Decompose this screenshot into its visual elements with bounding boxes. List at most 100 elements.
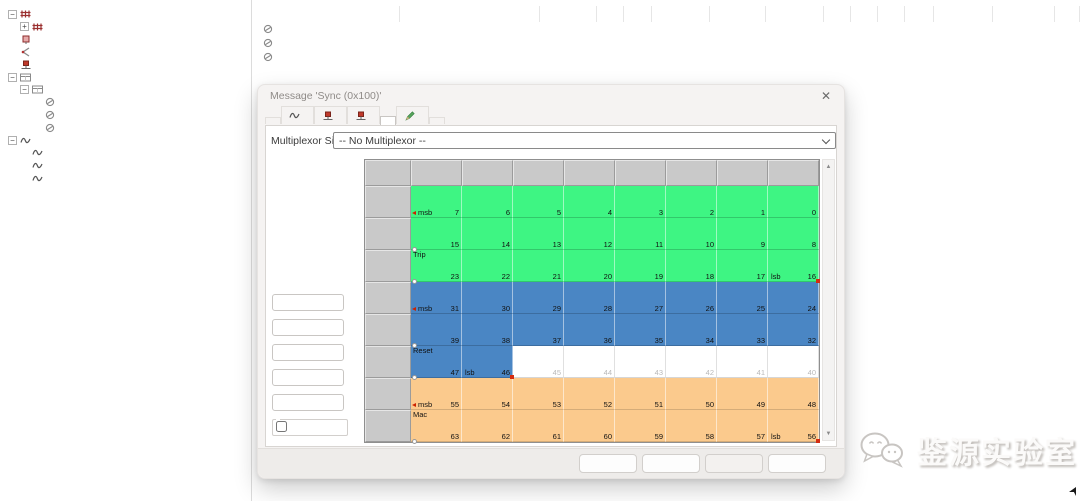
bit-cell-20[interactable]: 20: [564, 250, 615, 282]
column-header-multiplexi[interactable]: [540, 6, 597, 22]
table-row[interactable]: [253, 50, 1080, 64]
lsb-marker-icon[interactable]: [510, 375, 514, 379]
close-icon[interactable]: ✕: [821, 89, 831, 103]
bit-cell-19[interactable]: 19: [615, 250, 666, 282]
bit-layout-grid[interactable]: msb7654321015141312111098Trip23222120191…: [364, 159, 820, 443]
bit-cell-62[interactable]: 62: [462, 410, 513, 442]
bit-cell-3[interactable]: 3: [615, 186, 666, 218]
tree-item-reset[interactable]: [6, 96, 248, 109]
add-button[interactable]: [272, 369, 344, 386]
to-front-button[interactable]: [272, 319, 344, 336]
bit-cell-53[interactable]: 53: [513, 378, 564, 410]
column-header-ma[interactable]: [905, 6, 934, 22]
bit-cell-16[interactable]: lsb16: [768, 250, 819, 282]
scroll-up-icon[interactable]: ▲: [823, 161, 834, 172]
bit-cell-46[interactable]: lsb46: [462, 346, 513, 378]
bit-cell-33[interactable]: 33: [717, 314, 768, 346]
drag-handle-icon[interactable]: [412, 279, 417, 284]
bit-cell-26[interactable]: 26: [666, 282, 717, 314]
to-back-button[interactable]: [272, 344, 344, 361]
bit-cell-52[interactable]: 52: [564, 378, 615, 410]
bit-cell-10[interactable]: 10: [666, 218, 717, 250]
bit-cell-36[interactable]: 36: [564, 314, 615, 346]
bit-cell-44[interactable]: 44: [564, 346, 615, 378]
column-header-len[interactable]: [624, 6, 652, 22]
bit-cell-11[interactable]: 11: [615, 218, 666, 250]
tree-item-testcan[interactable]: +: [6, 21, 248, 34]
bit-cell-56[interactable]: lsb56: [768, 410, 819, 442]
bit-cell-45[interactable]: 45: [513, 346, 564, 378]
tree-item-networks[interactable]: −: [6, 8, 248, 21]
drag-handle-icon[interactable]: [412, 247, 417, 252]
tree-item-signals[interactable]: −: [6, 134, 248, 147]
scroll-down-icon[interactable]: ▼: [823, 428, 834, 439]
bit-cell-59[interactable]: 59: [615, 410, 666, 442]
bit-cell-28[interactable]: 28: [564, 282, 615, 314]
tab-transmitters[interactable]: [314, 106, 347, 124]
column-header-fac[interactable]: [824, 6, 851, 22]
tab-definition[interactable]: [265, 117, 281, 124]
column-header-name[interactable]: [253, 6, 400, 22]
bit-cell-30[interactable]: 30: [462, 282, 513, 314]
bit-cell-25[interactable]: 25: [717, 282, 768, 314]
bit-cell-15[interactable]: 15: [411, 218, 462, 250]
drag-handle-icon[interactable]: [412, 439, 417, 444]
bit-cell-58[interactable]: 58: [666, 410, 717, 442]
bit-cell-61[interactable]: 61: [513, 410, 564, 442]
bit-cell-40[interactable]: 40: [768, 346, 819, 378]
multiplexor-select[interactable]: -- No Multiplexor --: [333, 132, 836, 149]
bit-cell-42[interactable]: 42: [666, 346, 717, 378]
bit-cell-6[interactable]: 6: [462, 186, 513, 218]
bit-cell-7[interactable]: msb7: [411, 186, 462, 218]
column-header-unit[interactable]: [934, 6, 993, 22]
bit-cell-48[interactable]: 48: [768, 378, 819, 410]
bit-cell-41[interactable]: 41: [717, 346, 768, 378]
bit-cell-17[interactable]: 17: [717, 250, 768, 282]
footer-button-1[interactable]: [642, 454, 700, 473]
bit-cell-27[interactable]: 27: [615, 282, 666, 314]
tree-item-trip[interactable]: [6, 121, 248, 134]
bit-cell-51[interactable]: 51: [615, 378, 666, 410]
column-header-mi[interactable]: [878, 6, 905, 22]
tree-item-sync-0x100[interactable]: −: [6, 84, 248, 97]
table-row[interactable]: [253, 36, 1080, 50]
bit-cell-34[interactable]: 34: [666, 314, 717, 346]
column-header-value-table[interactable]: [993, 6, 1055, 22]
tree-item-mac[interactable]: [6, 147, 248, 160]
column-header-message[interactable]: [400, 6, 540, 22]
column-header-initial-value[interactable]: [766, 6, 824, 22]
tree-item-trip[interactable]: [6, 172, 248, 185]
bit-cell-23[interactable]: Trip23: [411, 250, 462, 282]
tree-item-messages[interactable]: −: [6, 71, 248, 84]
tree-expander-icon[interactable]: −: [8, 136, 17, 145]
bit-cell-35[interactable]: 35: [615, 314, 666, 346]
bit-cell-4[interactable]: 4: [564, 186, 615, 218]
bit-cell-13[interactable]: 13: [513, 218, 564, 250]
arrange-button[interactable]: [272, 294, 344, 311]
footer-button-3[interactable]: [768, 454, 826, 473]
pane-splitter[interactable]: [251, 0, 252, 501]
inverted-checkbox[interactable]: [276, 421, 344, 432]
bit-cell-2[interactable]: 2: [666, 186, 717, 218]
tree-item-environment-variables[interactable]: [6, 46, 248, 59]
bit-cell-12[interactable]: 12: [564, 218, 615, 250]
column-header-sta[interactable]: [597, 6, 624, 22]
bit-cell-0[interactable]: 0: [768, 186, 819, 218]
tree-expander-icon[interactable]: −: [8, 73, 17, 82]
inverted-checkbox-input[interactable]: [276, 421, 287, 432]
bit-cell-60[interactable]: 60: [564, 410, 615, 442]
tree-item-network-nodes[interactable]: [6, 58, 248, 71]
tree-expander-icon[interactable]: −: [8, 10, 17, 19]
tab-attributes[interactable]: [396, 106, 429, 124]
table-row[interactable]: [253, 22, 1080, 36]
bit-cell-38[interactable]: 38: [462, 314, 513, 346]
column-header-value-type[interactable]: [710, 6, 766, 22]
tab-layout[interactable]: [380, 116, 396, 125]
bit-cell-63[interactable]: Mac63: [411, 410, 462, 442]
tree-item-reset[interactable]: [6, 159, 248, 172]
bit-cell-47[interactable]: Reset47: [411, 346, 462, 378]
bit-cell-55[interactable]: msb55: [411, 378, 462, 410]
remove-button[interactable]: [272, 394, 344, 411]
bit-cell-43[interactable]: 43: [615, 346, 666, 378]
bit-cell-14[interactable]: 14: [462, 218, 513, 250]
